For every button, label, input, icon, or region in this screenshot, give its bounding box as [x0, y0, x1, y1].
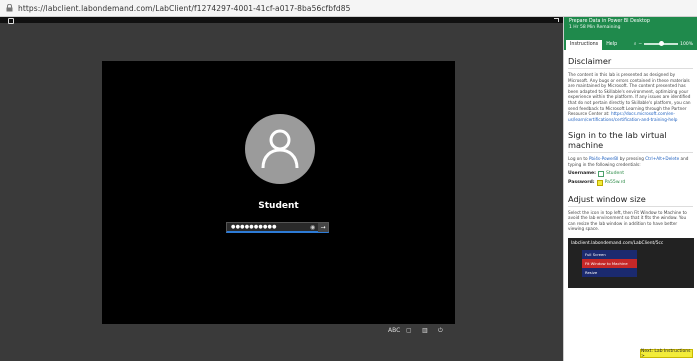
tab-instructions[interactable]: Instructions: [566, 40, 603, 50]
thumbnail-url: labclient.labondemand.com/LabClient/5cc: [571, 240, 664, 246]
instructions-panel[interactable]: Prepare Data in Power BI Desktop 1 Hr 58…: [563, 17, 697, 361]
menu-item-fit-window: Fit Window to Machine: [582, 258, 637, 268]
tab-help[interactable]: Help: [602, 40, 621, 50]
reveal-password-icon[interactable]: ◉: [310, 224, 318, 231]
time-remaining: 1 Hr 58 Min Remaining: [569, 25, 621, 30]
power-icon[interactable]: ⏻: [438, 327, 443, 335]
zoom-slider[interactable]: [644, 41, 679, 46]
password-mask: ●●●●●●●●●●: [231, 224, 277, 230]
signin-body: Log on to Pbi4s-PowerBI by pressing Ctrl…: [568, 156, 689, 167]
client-toolbar: [0, 17, 563, 23]
expand-icon[interactable]: [554, 18, 559, 22]
disclaimer-body: The content in this lab is presented as …: [568, 72, 691, 122]
accessibility-icon[interactable]: ▢: [406, 327, 412, 334]
adjust-body: Select the icon in top left, then Fit Wi…: [568, 209, 687, 232]
url-text[interactable]: https://labclient.labondemand.com/LabCli…: [18, 4, 351, 13]
user-icon: [261, 129, 299, 169]
lab-client-area[interactable]: Student ●●●●●●●●●● ◉ → ABC ▢ ▥ ⏻: [0, 17, 563, 361]
login-username: Student: [258, 201, 299, 211]
disclaimer-heading: Disclaimer: [568, 56, 693, 69]
adjust-heading: Adjust window size: [568, 194, 693, 207]
copy-password-icon[interactable]: [596, 179, 603, 186]
menu-icon[interactable]: [8, 18, 14, 24]
user-avatar: [245, 114, 315, 184]
zoom-out-icon[interactable]: −: [638, 42, 642, 47]
copy-username-icon[interactable]: [597, 170, 604, 177]
zoom-control[interactable]: ⌕ − 100%: [634, 41, 693, 47]
zoom-knob[interactable]: [659, 41, 665, 46]
username-value[interactable]: Student: [606, 171, 624, 176]
network-icon[interactable]: ▥: [422, 327, 428, 334]
next-lab-instructions-button[interactable]: Next: Lab Instructions >: [640, 349, 693, 359]
language-indicator[interactable]: ABC: [388, 327, 400, 334]
screenshot-thumbnail: labclient.labondemand.com/LabClient/5cc …: [568, 237, 694, 288]
instructions-content: Disclaimer The content in this lab is pr…: [564, 50, 697, 292]
password-input[interactable]: ●●●●●●●●●● ◉ →: [226, 222, 329, 233]
username-row: Username: Student: [568, 170, 625, 177]
panel-header: Prepare Data in Power BI Desktop 1 Hr 58…: [564, 17, 697, 38]
menu-item-full-screen: Full Screen: [585, 251, 606, 257]
ctrl-alt-del-link[interactable]: Ctrl+Alt+Delete: [645, 156, 679, 161]
menu-item-resize: Resize: [585, 269, 598, 275]
search-icon[interactable]: ⌕: [634, 41, 637, 47]
submit-arrow-icon[interactable]: →: [318, 222, 328, 232]
password-row: Password: Pa55w.rd: [568, 179, 626, 186]
password-value[interactable]: Pa55w.rd: [605, 180, 626, 185]
signin-heading: Sign in to the lab virtual machine: [568, 130, 693, 154]
vm-screen[interactable]: Student ●●●●●●●●●● ◉ → ABC ▢ ▥ ⏻: [102, 61, 455, 334]
lock-icon: [4, 3, 14, 13]
thumbnail-menu: Full Screen Fit Window to Machine Resize: [582, 249, 637, 277]
zoom-label: 100%: [680, 41, 693, 47]
panel-tabs: Instructions Help ⌕ − 100%: [564, 38, 697, 50]
browser-url-bar[interactable]: https://labclient.labondemand.com/LabCli…: [0, 0, 697, 17]
vm-name-link[interactable]: Pbi4s-PowerBI: [589, 156, 618, 161]
